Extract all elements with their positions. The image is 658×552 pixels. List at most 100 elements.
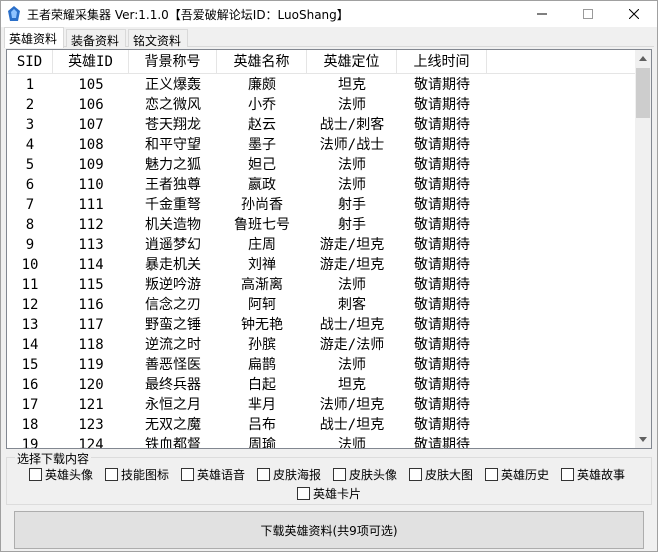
table-row[interactable]: 17 121 永恒之月 芈月 法师/坦克 敬请期待 (7, 395, 637, 415)
checkbox-skin-avatar[interactable]: 皮肤头像 (333, 466, 397, 482)
cell-title: 恋之微风 (145, 97, 201, 113)
cell-hero-id: 109 (78, 157, 104, 173)
column-header-title[interactable]: 背景称号 (129, 50, 217, 74)
cell-release: 敬请期待 (414, 357, 470, 373)
table-row[interactable]: 4 108 和平守望 墨子 法师/战士 敬请期待 (7, 135, 637, 155)
cell-sid: 6 (25, 177, 35, 193)
scroll-thumb[interactable] (636, 68, 650, 118)
cell-hero-id: 112 (78, 217, 104, 233)
cell-title: 千金重弩 (145, 197, 201, 213)
table-row[interactable]: 1 105 正义爆轰 廉颇 坦克 敬请期待 (7, 75, 637, 95)
scroll-up-button[interactable] (635, 50, 651, 67)
checkbox-box[interactable] (181, 467, 194, 481)
checkbox-box[interactable] (409, 467, 422, 481)
table-row[interactable]: 16 120 最终兵器 白起 坦克 敬请期待 (7, 375, 637, 395)
table-row[interactable]: 19 124 铁血都督 周瑜 法师 敬请期待 (7, 435, 637, 449)
cell-hero-id: 115 (78, 277, 104, 293)
cell-release: 敬请期待 (414, 97, 470, 113)
cell-release: 敬请期待 (414, 317, 470, 333)
maximize-button[interactable] (565, 1, 611, 27)
column-header-role[interactable]: 英雄定位 (307, 50, 397, 74)
column-header-filler (487, 50, 637, 74)
checkbox-skill-icon[interactable]: 技能图标 (105, 466, 169, 482)
table-row[interactable]: 5 109 魅力之狐 妲己 法师 敬请期待 (7, 155, 637, 175)
cell-sid: 13 (21, 317, 39, 333)
close-icon (629, 9, 639, 19)
cell-hero-id: 118 (78, 337, 104, 353)
maximize-icon (583, 9, 593, 19)
cell-hero-id: 105 (78, 77, 104, 93)
column-header-hero-id[interactable]: 英雄ID (53, 50, 129, 74)
table-row[interactable]: 14 118 逆流之时 孙膑 游走/法师 敬请期待 (7, 335, 637, 355)
checkbox-box[interactable] (257, 467, 270, 481)
tab-inscription-info[interactable]: 铭文资料 (128, 29, 188, 48)
checkbox-label: 皮肤海报 (273, 467, 322, 482)
tab-hero-info[interactable]: 英雄资料 (4, 27, 64, 48)
cell-hero-id: 124 (78, 437, 104, 449)
cell-sid: 15 (21, 357, 39, 373)
checkbox-hero-history[interactable]: 英雄历史 (485, 466, 549, 482)
cell-hero-name: 廉颇 (248, 77, 276, 93)
cell-role: 坦克 (338, 377, 366, 393)
cell-hero-id: 121 (78, 397, 104, 413)
checkbox-box[interactable] (29, 467, 42, 481)
cell-hero-name: 庄周 (248, 237, 276, 253)
checkbox-skin-poster[interactable]: 皮肤海报 (257, 466, 321, 482)
checkbox-hero-avatar[interactable]: 英雄头像 (29, 466, 93, 482)
minimize-button[interactable] (519, 1, 565, 27)
cell-sid: 4 (25, 137, 35, 153)
cell-sid: 11 (21, 277, 39, 293)
download-options-label: 选择下载内容 (15, 450, 92, 467)
table-row[interactable]: 2 106 恋之微风 小乔 法师 敬请期待 (7, 95, 637, 115)
close-button[interactable] (611, 1, 657, 27)
table-row[interactable]: 8 112 机关造物 鲁班七号 射手 敬请期待 (7, 215, 637, 235)
title-bar[interactable]: 王者荣耀采集器 Ver:1.1.0【吾爱破解论坛ID：LuoShang】 (1, 1, 657, 27)
cell-release: 敬请期待 (414, 337, 470, 353)
checkbox-box[interactable] (561, 467, 574, 481)
cell-hero-id: 106 (78, 97, 104, 113)
checkbox-skin-large[interactable]: 皮肤大图 (409, 466, 473, 482)
cell-sid: 17 (21, 397, 39, 413)
cell-role: 游走/坦克 (319, 257, 385, 273)
cell-title: 逆流之时 (145, 337, 201, 353)
cell-role: 法师/坦克 (319, 397, 385, 413)
cell-sid: 18 (21, 417, 39, 433)
checkbox-label: 英雄语音 (197, 467, 246, 482)
checkbox-label: 英雄故事 (577, 467, 626, 482)
cell-hero-name: 孙膑 (248, 337, 276, 353)
table-row[interactable]: 11 115 叛逆吟游 高渐离 法师 敬请期待 (7, 275, 637, 295)
hero-list-view[interactable]: SID 英雄ID 背景称号 英雄名称 英雄定位 上线时间 1 105 正义爆轰 廉颇坦… (6, 49, 652, 449)
vertical-scrollbar[interactable] (635, 50, 651, 448)
cell-title: 魅力之狐 (145, 157, 201, 173)
table-row[interactable]: 7 111 千金重弩 孙尚香 射手 敬请期待 (7, 195, 637, 215)
tab-equipment-info[interactable]: 装备资料 (66, 29, 126, 48)
cell-hero-id: 123 (78, 417, 104, 433)
checkbox-hero-voice[interactable]: 英雄语音 (181, 466, 245, 482)
column-header-release[interactable]: 上线时间 (397, 50, 487, 74)
download-button[interactable]: 下载英雄资料(共9项可选) (14, 511, 644, 549)
checkbox-box[interactable] (333, 467, 346, 481)
checkbox-box[interactable] (105, 467, 118, 481)
table-row[interactable]: 9 113 逍遥梦幻 庄周 游走/坦克 敬请期待 (7, 235, 637, 255)
checkbox-box[interactable] (485, 467, 498, 481)
table-row[interactable]: 15 119 善恶怪医 扁鹊 法师 敬请期待 (7, 355, 637, 375)
table-row[interactable]: 6 110 王者独尊 嬴政 法师 敬请期待 (7, 175, 637, 195)
table-row[interactable]: 10 114 暴走机关 刘禅 游走/坦克 敬请期待 (7, 255, 637, 275)
table-row[interactable]: 12 116 信念之刃 阿轲 刺客 敬请期待 (7, 295, 637, 315)
column-header-sid[interactable]: SID (7, 50, 53, 74)
cell-hero-id: 111 (78, 197, 104, 213)
table-row[interactable]: 18 123 无双之魔 吕布 战士/坦克 敬请期待 (7, 415, 637, 435)
cell-hero-name: 鲁班七号 (234, 217, 290, 233)
cell-hero-id: 120 (78, 377, 104, 393)
checkbox-box[interactable] (297, 486, 310, 500)
table-row[interactable]: 13 117 野蛮之锤 钟无艳 战士/坦克 敬请期待 (7, 315, 637, 335)
scroll-down-button[interactable] (635, 431, 651, 448)
checkbox-hero-story[interactable]: 英雄故事 (561, 466, 625, 482)
chevron-up-icon (639, 56, 647, 61)
checkbox-hero-card[interactable]: 英雄卡片 (297, 485, 361, 501)
table-row[interactable]: 3 107 苍天翔龙 赵云 战士/刺客 敬请期待 (7, 115, 637, 135)
cell-release: 敬请期待 (414, 257, 470, 273)
column-header-hero-name[interactable]: 英雄名称 (217, 50, 307, 74)
cell-hero-name: 墨子 (248, 137, 276, 153)
cell-title: 无双之魔 (145, 417, 201, 433)
